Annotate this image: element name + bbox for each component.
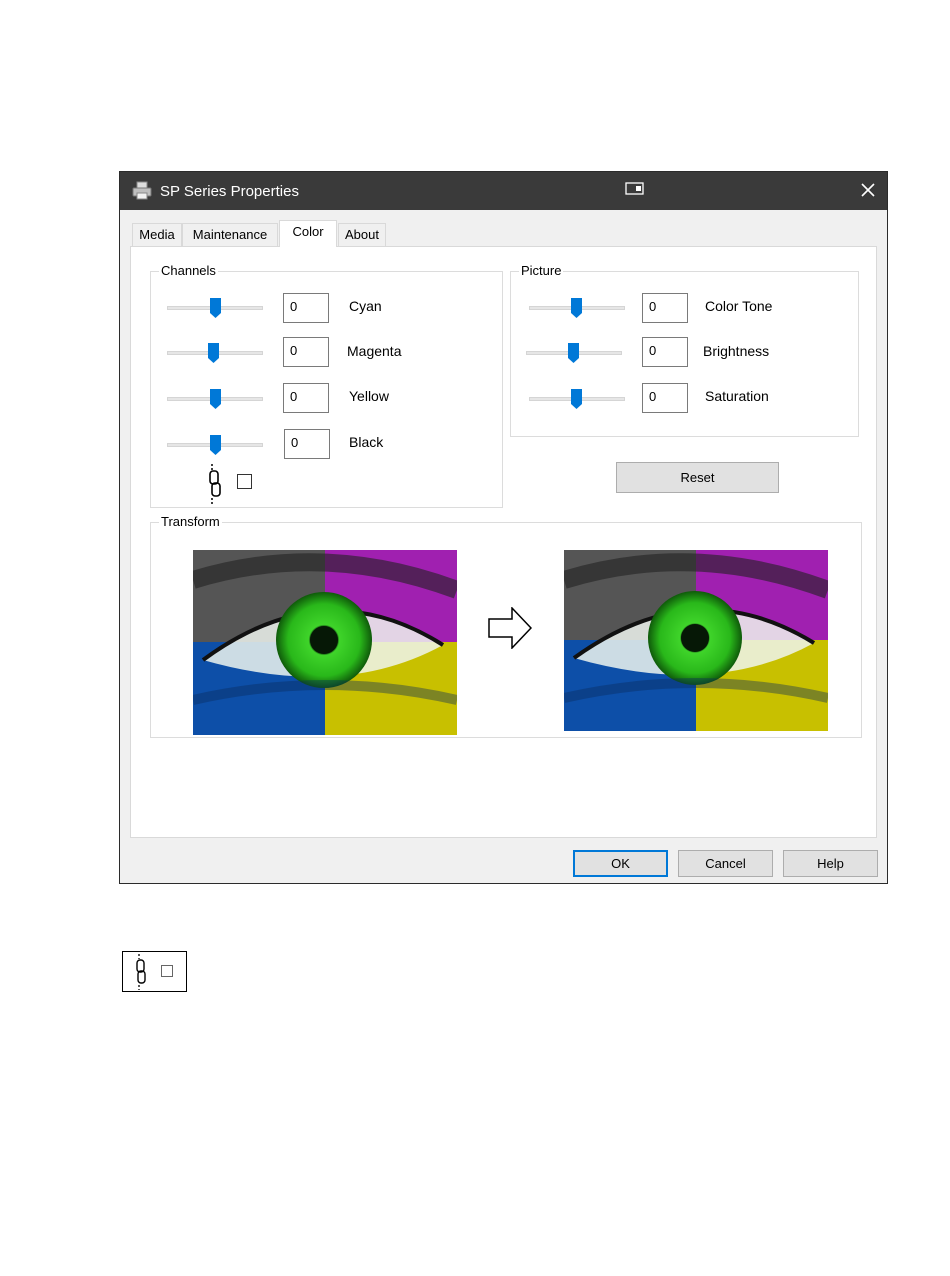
saturation-label: Saturation (705, 388, 769, 404)
ok-button[interactable]: OK (573, 850, 668, 877)
magenta-value-input[interactable]: 0 (283, 337, 329, 367)
saturation-value-input[interactable]: 0 (642, 383, 688, 413)
magenta-slider[interactable] (167, 343, 263, 363)
brightness-slider[interactable] (526, 343, 622, 363)
tab-about[interactable]: About (338, 223, 386, 246)
tab-maintenance[interactable]: Maintenance (182, 223, 278, 246)
color-tone-label: Color Tone (705, 298, 773, 314)
title-bar[interactable]: SP Series Properties (120, 172, 887, 210)
slider-thumb[interactable] (210, 435, 221, 455)
slider-thumb[interactable] (571, 298, 582, 318)
yellow-slider[interactable] (167, 389, 263, 409)
original-image-preview (193, 550, 457, 735)
transform-group: Transform (150, 514, 862, 738)
black-slider[interactable] (167, 435, 263, 455)
snap-layout-icon[interactable] (625, 181, 645, 200)
channels-group: Channels 0 Cyan 0 Magenta 0 Yellow 0 Bla… (150, 263, 503, 508)
reset-button[interactable]: Reset (616, 462, 779, 493)
cyan-slider[interactable] (167, 298, 263, 318)
black-value-input[interactable]: 0 (284, 429, 330, 459)
properties-window: SP Series Properties Media Maintenance C… (119, 171, 888, 884)
chain-link-icon (208, 464, 222, 507)
color-tone-slider[interactable] (529, 298, 625, 318)
slider-thumb[interactable] (210, 298, 221, 318)
window-title: SP Series Properties (160, 183, 299, 200)
help-button[interactable]: Help (783, 850, 878, 877)
chain-link-icon (135, 954, 147, 993)
link-control-detail (122, 951, 187, 992)
arrow-right-icon (488, 606, 533, 652)
yellow-value-input[interactable]: 0 (283, 383, 329, 413)
cancel-button[interactable]: Cancel (678, 850, 773, 877)
magenta-label: Magenta (347, 343, 402, 359)
tab-media[interactable]: Media (132, 223, 182, 246)
transform-legend: Transform (159, 514, 222, 529)
picture-legend: Picture (519, 263, 564, 278)
slider-thumb[interactable] (210, 389, 221, 409)
yellow-label: Yellow (349, 388, 389, 404)
printer-icon (132, 181, 152, 204)
cyan-value-input[interactable]: 0 (283, 293, 329, 323)
color-tab-panel: Channels 0 Cyan 0 Magenta 0 Yellow 0 Bla… (130, 246, 877, 838)
close-icon[interactable] (856, 178, 880, 202)
color-tone-value-input[interactable]: 0 (642, 293, 688, 323)
transformed-image-preview (564, 550, 828, 731)
brightness-value-input[interactable]: 0 (642, 337, 688, 367)
link-channels-checkbox[interactable] (237, 474, 252, 489)
saturation-slider[interactable] (529, 389, 625, 409)
slider-thumb[interactable] (208, 343, 219, 363)
tab-color[interactable]: Color (279, 220, 337, 247)
slider-thumb[interactable] (571, 389, 582, 409)
link-channels-checkbox[interactable] (161, 965, 173, 977)
picture-group: Picture 0 Color Tone 0 Brightness 0 Satu… (510, 263, 859, 437)
cyan-label: Cyan (349, 298, 382, 314)
brightness-label: Brightness (703, 343, 770, 359)
channels-legend: Channels (159, 263, 218, 278)
slider-thumb[interactable] (568, 343, 579, 363)
black-label: Black (349, 434, 384, 450)
